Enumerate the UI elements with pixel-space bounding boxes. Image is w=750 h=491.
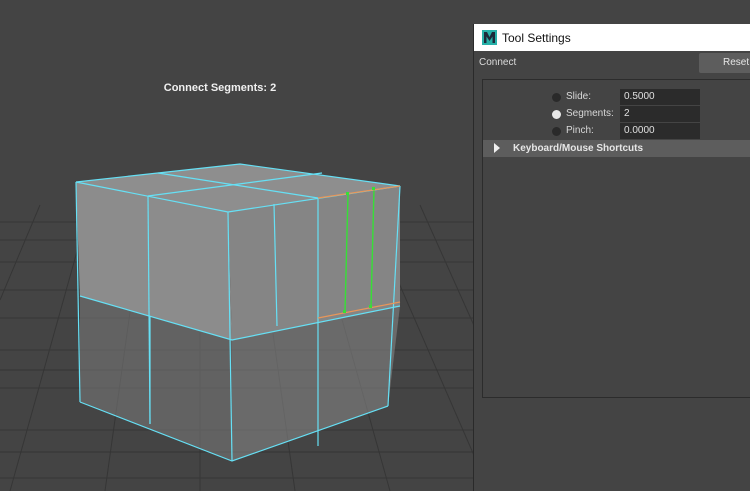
reset-tool-button[interactable]: Reset T <box>699 53 750 73</box>
window-title: Tool Settings <box>502 31 571 45</box>
expand-arrow-icon[interactable] <box>494 143 500 153</box>
segments-label: Segments: <box>566 108 614 119</box>
tool-settings-panel: Tool Settings Connect Reset T Slide: 0.5… <box>473 24 750 491</box>
settings-frame: Slide: 0.5000 Segments: 2 Pinch: 0.0000 … <box>482 79 750 398</box>
maya-logo-icon <box>482 30 497 45</box>
pinch-radio[interactable] <box>552 127 561 136</box>
segments-radio[interactable] <box>552 110 561 119</box>
pinch-label: Pinch: <box>566 125 594 136</box>
option-pinch[interactable]: Pinch: 0.0000 <box>483 123 750 139</box>
tool-name-label: Connect <box>479 57 517 68</box>
segments-field[interactable]: 2 <box>620 106 700 122</box>
tool-settings-titlebar[interactable]: Tool Settings <box>474 24 750 51</box>
option-slide[interactable]: Slide: 0.5000 <box>483 89 750 105</box>
tool-header-row: Connect Reset T <box>474 51 750 74</box>
connect-segments-hud: Connect Segments: 2 <box>163 82 277 94</box>
keyboard-mouse-shortcuts-section[interactable]: Keyboard/Mouse Shortcuts <box>483 140 750 157</box>
option-segments[interactable]: Segments: 2 <box>483 106 750 122</box>
slide-field[interactable]: 0.5000 <box>620 89 700 105</box>
slide-radio[interactable] <box>552 93 561 102</box>
section-label: Keyboard/Mouse Shortcuts <box>513 143 644 154</box>
pinch-field[interactable]: 0.0000 <box>620 123 700 139</box>
slide-label: Slide: <box>566 91 592 102</box>
